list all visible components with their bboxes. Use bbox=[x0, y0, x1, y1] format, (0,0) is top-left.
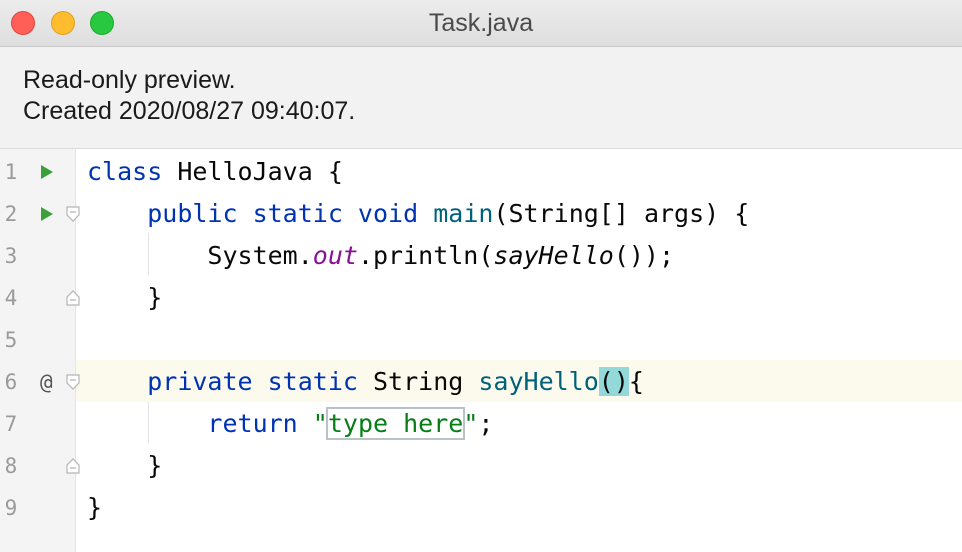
line-number: 6 bbox=[4, 370, 18, 394]
line-number: 3 bbox=[4, 244, 18, 268]
code-text: System.out.println(sayHello()); bbox=[87, 234, 674, 276]
run-icon[interactable] bbox=[40, 192, 56, 234]
line-number: 8 bbox=[4, 454, 18, 478]
code-line[interactable]: 2 public static void main(String[] args)… bbox=[0, 192, 962, 234]
line-number: 9 bbox=[4, 496, 18, 520]
fold-open-icon[interactable] bbox=[66, 360, 80, 402]
string-quote: " bbox=[312, 409, 328, 438]
editor-window: Task.java Read-only preview. Created 202… bbox=[0, 0, 962, 552]
line-number: 5 bbox=[4, 328, 18, 352]
title-bar[interactable]: Task.java bbox=[0, 0, 962, 47]
code-text: private static String sayHello(){ bbox=[87, 360, 644, 402]
keyword: class bbox=[87, 157, 163, 186]
line-number: 7 bbox=[4, 412, 18, 436]
string-quote: " bbox=[463, 409, 479, 438]
code-line[interactable]: 8 } bbox=[0, 444, 962, 486]
code-line[interactable]: 3 System.out.println(sayHello()); bbox=[0, 234, 962, 276]
keyword: public static void bbox=[147, 199, 419, 228]
code-text: class HelloJava { bbox=[87, 150, 343, 192]
code-text: } bbox=[87, 283, 163, 312]
override-icon[interactable]: @ bbox=[40, 360, 53, 402]
code-token: { bbox=[628, 367, 644, 396]
window-title: Task.java bbox=[428, 9, 534, 37]
code-text: public static void main(String[] args) { bbox=[87, 192, 749, 234]
matched-parentheses: () bbox=[598, 367, 629, 396]
code-token: System. bbox=[87, 241, 313, 270]
keyword: private static bbox=[147, 367, 358, 396]
template-placeholder[interactable]: type here bbox=[325, 407, 466, 440]
line-number: 2 bbox=[4, 202, 18, 226]
code-line[interactable]: 5 bbox=[0, 318, 962, 360]
fold-open-icon[interactable] bbox=[66, 192, 80, 234]
code-text: } bbox=[87, 493, 103, 522]
method-name: sayHello bbox=[478, 367, 599, 396]
code-line[interactable]: 6 @ private static String sayHello(){ bbox=[0, 360, 962, 402]
fold-close-icon[interactable] bbox=[66, 444, 80, 486]
code-token: ()); bbox=[613, 241, 675, 270]
created-timestamp: Created 2020/08/27 09:40:07. bbox=[23, 97, 356, 125]
code-text: } bbox=[87, 451, 163, 480]
read-only-banner: Read-only preview. Created 2020/08/27 09… bbox=[0, 47, 962, 149]
code-line[interactable]: 7 return "type here"; bbox=[0, 402, 962, 444]
keyword: return bbox=[207, 409, 298, 438]
code-token: .println( bbox=[357, 241, 494, 270]
line-number: 1 bbox=[4, 160, 18, 184]
static-field: out bbox=[312, 241, 358, 270]
code-text: return "type here"; bbox=[87, 402, 493, 444]
method-call: sayHello bbox=[493, 241, 614, 270]
code-token: String bbox=[357, 367, 479, 396]
code-token: ; bbox=[478, 409, 494, 438]
run-icon[interactable] bbox=[40, 150, 56, 192]
code-line[interactable]: 4 } bbox=[0, 276, 962, 318]
method-name: main bbox=[433, 199, 494, 228]
code-editor[interactable]: 1 class HelloJava { 2 public static void… bbox=[0, 149, 962, 552]
code-token: HelloJava { bbox=[162, 157, 343, 186]
code-line[interactable]: 1 class HelloJava { bbox=[0, 150, 962, 192]
code-token: (String[] args) { bbox=[493, 199, 750, 228]
fold-close-icon[interactable] bbox=[66, 276, 80, 318]
line-number: 4 bbox=[4, 286, 18, 310]
code-line[interactable]: 9 } bbox=[0, 486, 962, 528]
read-only-notice: Read-only preview. bbox=[23, 66, 236, 94]
